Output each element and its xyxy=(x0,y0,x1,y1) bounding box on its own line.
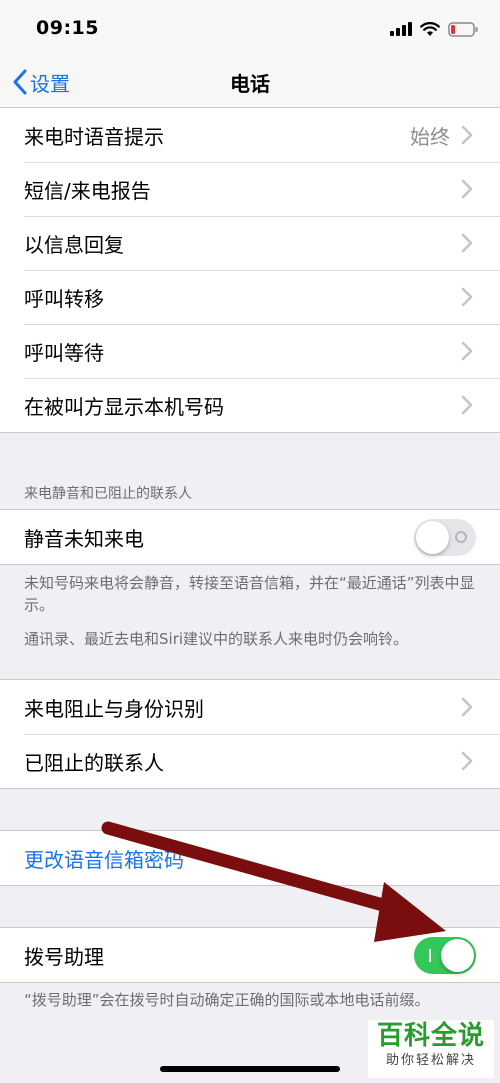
row-blocked-contacts[interactable]: 已阻止的联系人 xyxy=(0,734,500,788)
chevron-right-icon xyxy=(461,751,473,771)
dial-assist-group: 拨号助理 xyxy=(0,927,500,983)
row-label: 来电阻止与身份识别 xyxy=(24,696,204,721)
dial-assist-footer: “拨号助理”会在拨号时自动确定正确的国际或本地电话前缀。 xyxy=(24,991,430,1009)
row-call-waiting[interactable]: 呼叫等待 xyxy=(0,324,500,378)
row-label: 以信息回复 xyxy=(24,232,124,257)
blocking-group: 来电阻止与身份识别 已阻止的联系人 xyxy=(0,679,500,789)
chevron-right-icon xyxy=(461,125,473,145)
home-indicator[interactable] xyxy=(160,1066,340,1072)
watermark-sub-text: 助你轻松解决 xyxy=(385,1053,476,1068)
section-header-silence: 来电静音和已阻止的联系人 xyxy=(24,486,192,502)
row-label: 呼叫等待 xyxy=(24,340,104,365)
chevron-right-icon xyxy=(461,179,473,199)
row-respond-with-text[interactable]: 以信息回复 xyxy=(0,216,500,270)
status-time: 09:15 xyxy=(36,17,99,39)
row-label: 在被叫方显示本机号码 xyxy=(24,394,224,419)
toggle-knob xyxy=(416,521,449,554)
cellular-signal-icon xyxy=(390,22,412,36)
voicemail-group: 更改语音信箱密码 xyxy=(0,830,500,886)
row-sms-call-reporting[interactable]: 短信/来电报告 xyxy=(0,162,500,216)
navigation-bar: 设置 电话 xyxy=(0,56,500,108)
row-label: 呼叫转移 xyxy=(24,286,104,311)
chevron-right-icon xyxy=(461,287,473,307)
silence-footer-1: 未知号码来电将会静音，转接至语音信箱，并在“最近通话”列表中显示。 xyxy=(24,574,475,614)
row-call-forwarding[interactable]: 呼叫转移 xyxy=(0,270,500,324)
row-label: 已阻止的联系人 xyxy=(24,750,164,775)
chevron-right-icon xyxy=(461,233,473,253)
dial-assist-toggle[interactable] xyxy=(414,937,476,974)
row-label: 更改语音信箱密码 xyxy=(24,847,184,872)
toggle-off-glyph xyxy=(455,531,467,543)
row-label: 短信/来电报告 xyxy=(24,178,151,203)
toggle-on-glyph xyxy=(429,949,431,962)
change-voicemail-password-button[interactable]: 更改语音信箱密码 xyxy=(0,831,500,885)
toggle-knob xyxy=(441,939,474,972)
status-icons xyxy=(390,19,478,39)
row-label: 来电时语音提示 xyxy=(24,124,164,149)
silence-unknown-callers-toggle[interactable] xyxy=(414,519,476,556)
battery-low-icon xyxy=(448,21,478,37)
row-call-blocking-identification[interactable]: 来电阻止与身份识别 xyxy=(0,680,500,734)
silence-group: 静音未知来电 xyxy=(0,509,500,565)
chevron-right-icon xyxy=(461,697,473,717)
chevron-right-icon xyxy=(461,395,473,415)
row-announce-calls[interactable]: 来电时语音提示 始终 xyxy=(0,108,500,162)
row-silence-unknown-callers: 静音未知来电 xyxy=(0,510,500,564)
watermark-logo: 百科全说 助你轻松解决 xyxy=(368,1020,494,1078)
wifi-icon xyxy=(420,21,440,36)
chevron-right-icon xyxy=(461,341,473,361)
watermark-main-text: 百科全说 xyxy=(376,1021,485,1051)
silence-footer-2: 通讯录、最近去电和Siri建议中的联系人来电时仍会响铃。 xyxy=(24,630,409,648)
page-title: 电话 xyxy=(230,72,270,96)
row-show-caller-id[interactable]: 在被叫方显示本机号码 xyxy=(0,378,500,432)
call-settings-group: 来电时语音提示 始终 短信/来电报告 以信息回复 呼叫转移 呼叫等待 在被叫方显… xyxy=(0,107,500,433)
row-value: 始终 xyxy=(410,124,450,149)
row-dial-assist: 拨号助理 xyxy=(0,928,500,982)
status-bar: 09:15 xyxy=(0,0,500,56)
